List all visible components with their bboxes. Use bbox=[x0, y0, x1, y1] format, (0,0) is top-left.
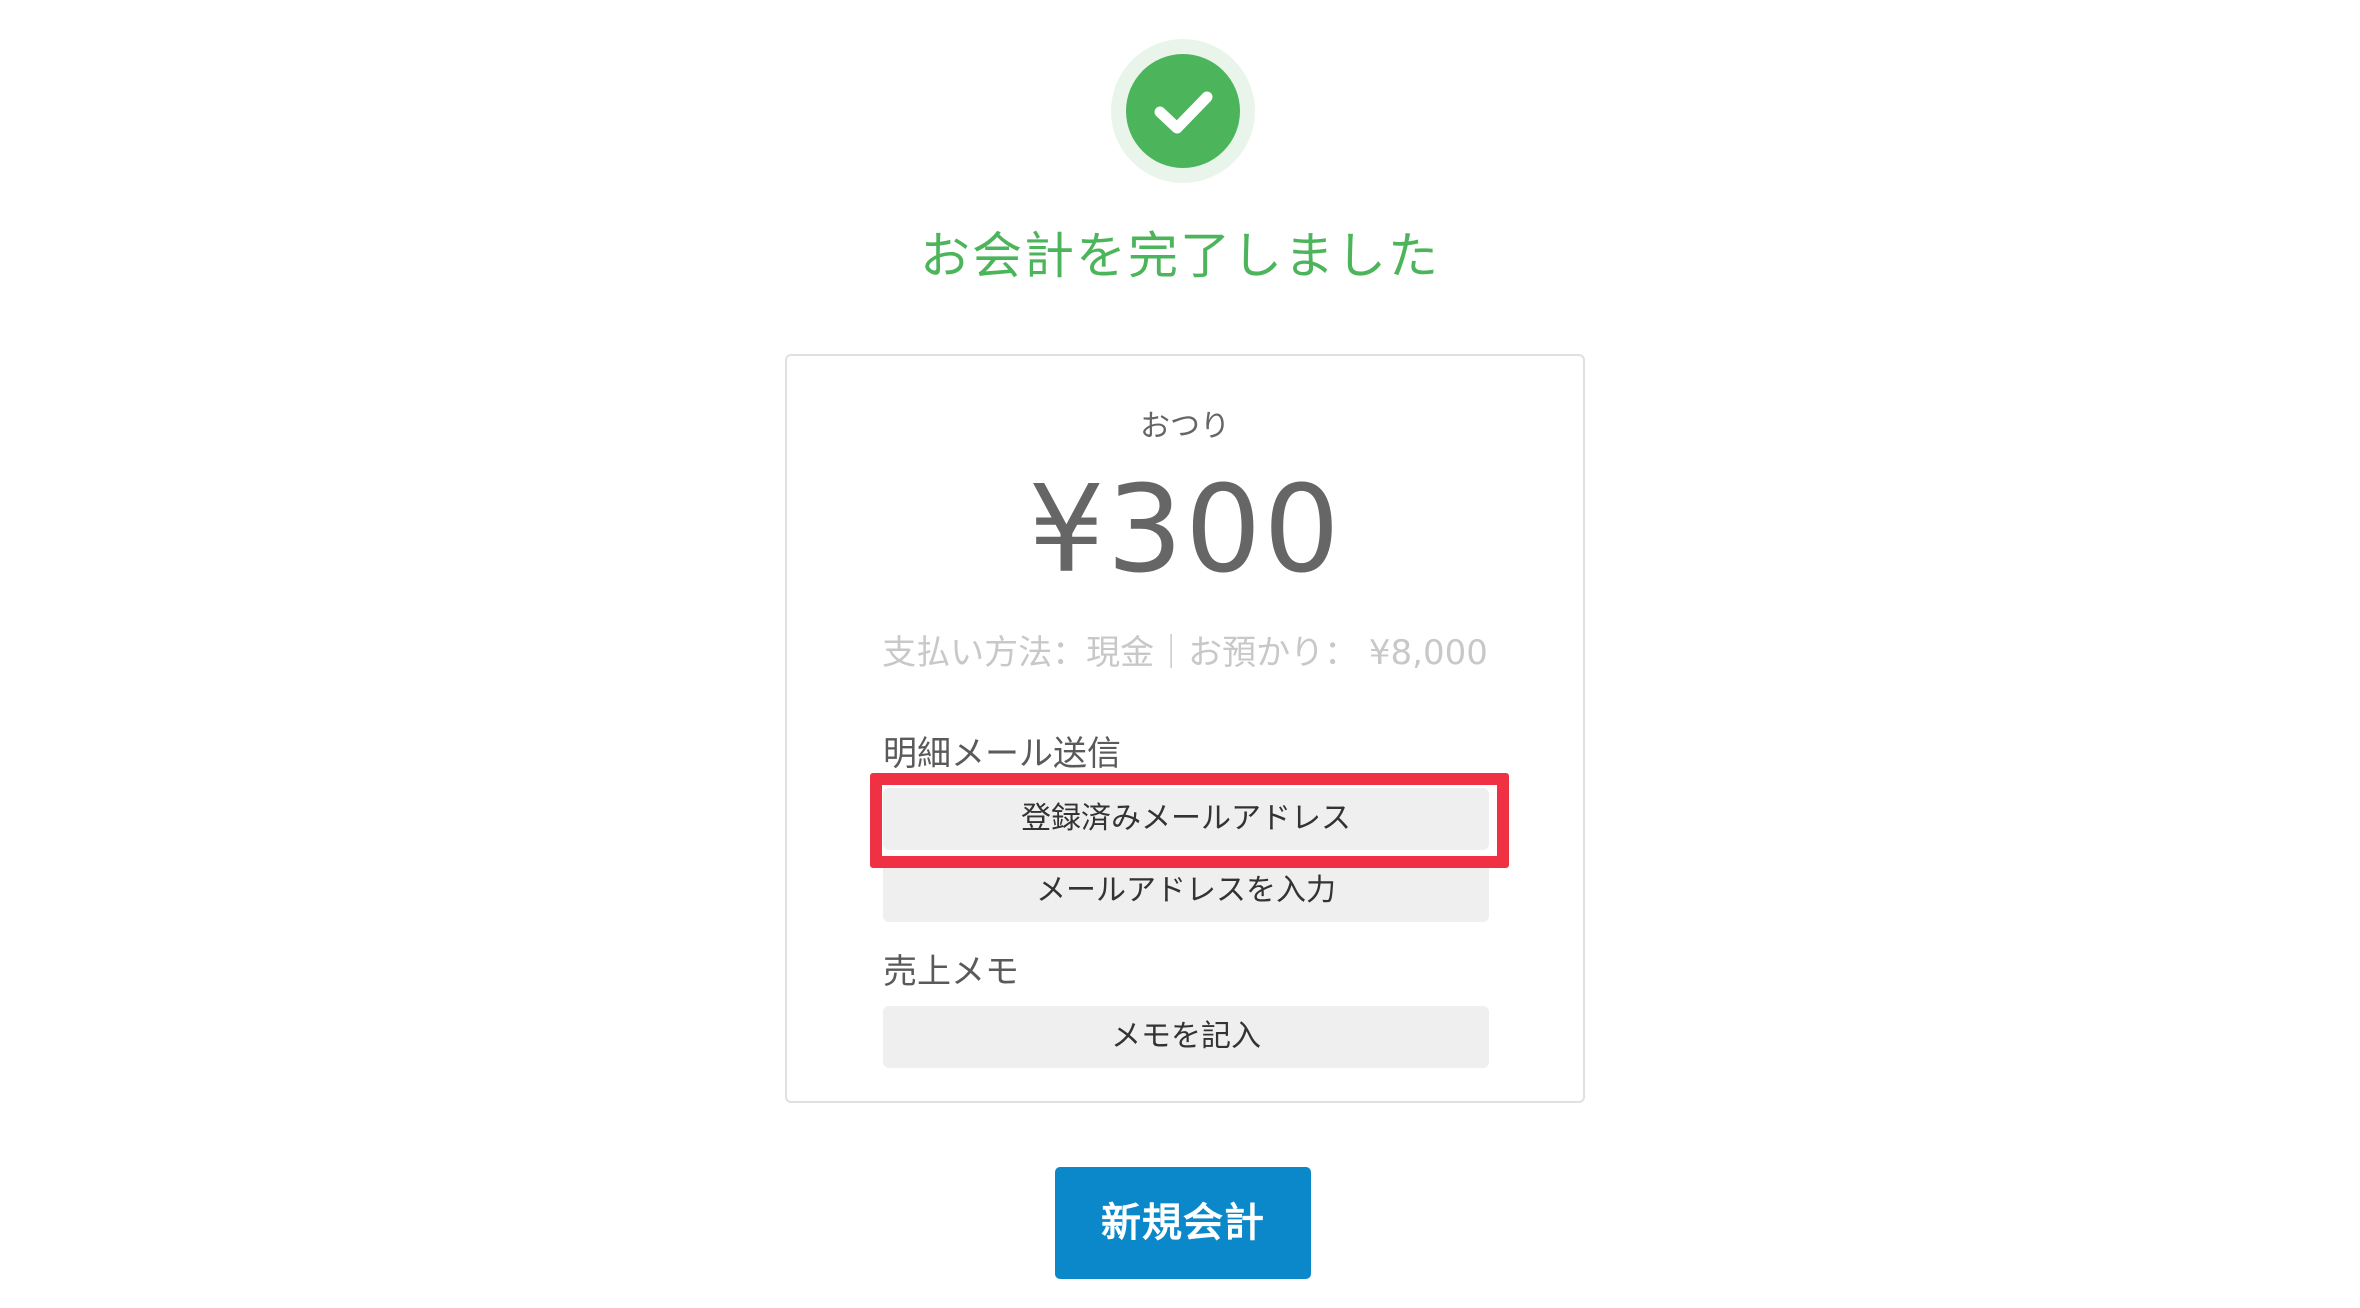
registered-email-button[interactable]: 登録済みメールアドレス bbox=[883, 788, 1489, 850]
completion-title: お会計を完了しました bbox=[920, 227, 1440, 285]
enter-email-button[interactable]: メールアドレスを入力 bbox=[883, 860, 1489, 922]
new-checkout-button[interactable]: 新規会計 bbox=[1055, 1167, 1311, 1279]
email-section-label: 明細メール送信 bbox=[883, 734, 1121, 774]
check-icon-glyph bbox=[1154, 91, 1213, 134]
check-icon bbox=[1126, 54, 1240, 168]
receipt-card: おつり ¥300 支払い方法：現金｜お預かり： ¥8,000 明細メール送信 登… bbox=[785, 354, 1585, 1103]
change-label: おつり bbox=[1140, 409, 1230, 444]
memo-section-label: 売上メモ bbox=[883, 952, 1019, 992]
change-amount: ¥300 bbox=[1028, 461, 1342, 600]
write-memo-button[interactable]: メモを記入 bbox=[883, 1006, 1489, 1068]
payment-info: 支払い方法：現金｜お預かり： ¥8,000 bbox=[882, 633, 1488, 673]
